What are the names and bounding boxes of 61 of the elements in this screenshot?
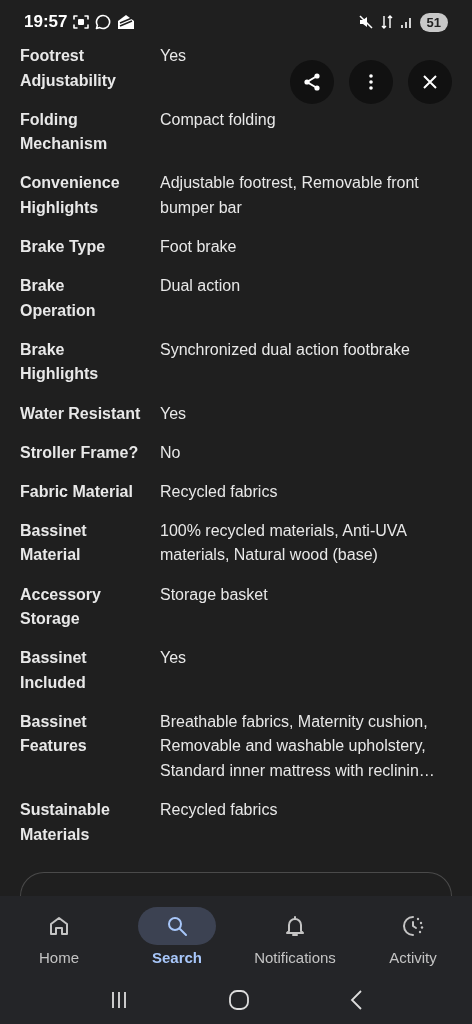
bell-icon (283, 913, 307, 938)
spec-label: Brake (20, 276, 65, 297)
battery-level: 51 (419, 12, 448, 32)
close-icon (423, 75, 437, 89)
spec-label: Brake Type (20, 237, 106, 258)
share-icon (302, 72, 322, 92)
spec-value: Removable and washable upholstery, (160, 736, 426, 757)
signal-icon (399, 15, 414, 29)
spec-value: 100% recycled materials, Anti-UVA (160, 520, 407, 541)
spec-value: Synchronized dual action footbrake (160, 339, 410, 360)
spec-value: Yes (160, 648, 187, 669)
spec-label: Features (20, 736, 87, 757)
spec-label: Stroller Frame? (20, 442, 139, 463)
spec-value: Recycled fabrics (160, 481, 278, 502)
spec-label: Adjustability (20, 70, 116, 91)
screenshot-icon (73, 14, 90, 30)
spec-label: Accessory (20, 584, 101, 605)
spec-value: bumper bar (160, 197, 242, 218)
spec-value: No (160, 442, 181, 463)
spec-value: Adjustable footrest, Removable front (160, 173, 419, 194)
spec-label: Folding (20, 109, 78, 130)
back-icon[interactable] (348, 989, 363, 1011)
spec-label: Bassinet (20, 711, 87, 732)
spec-label: Fabric Material (20, 481, 133, 502)
spec-label: Material (20, 545, 81, 566)
spec-label: Materials (20, 824, 90, 845)
spec-label: Bassinet (20, 648, 87, 669)
spec-label: Brake (20, 339, 65, 360)
spec-value: Yes (160, 46, 187, 66)
spec-label: Convenience (20, 173, 120, 194)
spec-label: Highlights (20, 364, 99, 385)
nav-tab[interactable]: Notifications (236, 906, 354, 966)
chat-icon (95, 14, 112, 30)
activity-icon (401, 913, 425, 938)
nav-tab[interactable]: Activity (354, 906, 472, 966)
nav-tab[interactable]: Search (118, 906, 236, 966)
mute-icon (357, 14, 374, 30)
spec-label: Sustainable (20, 800, 110, 821)
spec-value: Recycled fabrics (160, 800, 278, 821)
spec-value: Breathable fabrics, Maternity cushion, (160, 711, 428, 732)
spec-label: Highlights (20, 197, 99, 218)
spec-value: Dual action (160, 276, 241, 297)
more-icon (369, 74, 373, 90)
spec-value: Foot brake (160, 237, 237, 258)
spec-value: Storage basket (160, 584, 268, 605)
close-button[interactable] (408, 60, 452, 104)
share-button[interactable] (290, 60, 334, 104)
nav-tab[interactable]: Home (0, 906, 118, 966)
spec-label: Mechanism (20, 134, 108, 155)
network-icon (379, 14, 394, 30)
spec-label: Water Resistant (20, 403, 141, 424)
spec-label: Operation (20, 300, 96, 321)
spec-value: Standard inner mattress with reclinin… (160, 761, 435, 782)
spec-label: Footrest (20, 46, 84, 66)
spec-label: Storage (20, 609, 80, 630)
spec-label: Bassinet (20, 520, 87, 541)
spec-value: Yes (160, 403, 187, 424)
spec-label: Included (20, 672, 86, 693)
spec-value: Compact folding (160, 109, 276, 130)
spec-value: materials, Natural wood (base) (160, 545, 378, 566)
status-time: 19:57 (24, 12, 68, 32)
